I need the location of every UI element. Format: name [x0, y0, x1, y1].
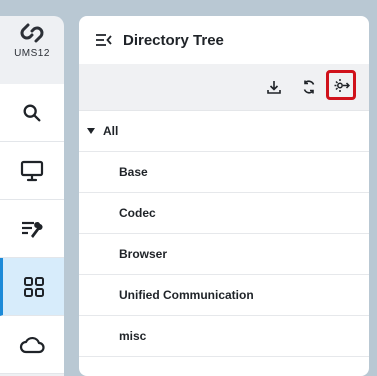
download-icon	[267, 81, 281, 94]
tree-node-unified-communication[interactable]: Unified Communication	[79, 275, 369, 316]
tree-node-browser[interactable]: Browser	[79, 234, 369, 275]
tree-node-base[interactable]: Base	[79, 152, 369, 193]
caret-down-icon[interactable]	[87, 128, 95, 134]
logo-icon	[20, 23, 44, 43]
collapse-menu-icon[interactable]	[95, 31, 113, 49]
tree-node-misc[interactable]: misc	[79, 316, 369, 357]
apps-grid-icon	[23, 276, 44, 297]
nav-rail: UMS12	[0, 16, 64, 376]
nav-item-devices[interactable]	[0, 142, 64, 200]
configuration-icon	[22, 221, 43, 238]
search-icon	[23, 104, 41, 121]
tree-node-label: Unified Communication	[119, 288, 254, 302]
tree-node-codec[interactable]: Codec	[79, 193, 369, 234]
panel-toolbar	[79, 64, 369, 111]
monitor-icon	[20, 160, 44, 181]
panel-header: Directory Tree	[79, 16, 369, 64]
tree-node-label: Browser	[119, 247, 168, 261]
settings-export-icon	[334, 78, 350, 92]
nav-item-apps[interactable]	[0, 258, 64, 316]
tree-node-label: misc	[119, 329, 147, 343]
nav-item-cloud[interactable]	[0, 316, 64, 374]
tree-node-label: All	[103, 124, 119, 138]
tree-node-all[interactable]: All	[79, 111, 369, 152]
download-button[interactable]	[262, 75, 286, 99]
sync-icon	[303, 80, 315, 94]
tree-node-label: Base	[119, 165, 148, 179]
app-logo: UMS12	[0, 20, 64, 68]
nav-item-configuration[interactable]	[0, 200, 64, 258]
logo-text: UMS12	[14, 48, 50, 59]
tree-node-label: Codec	[119, 206, 156, 220]
nav-item-search[interactable]	[0, 84, 64, 142]
directory-tree-panel: Directory Tree All Base Codec Browser Un…	[79, 16, 369, 376]
panel-title: Directory Tree	[123, 31, 224, 49]
sync-button[interactable]	[297, 75, 321, 99]
cloud-icon	[19, 336, 45, 353]
settings-export-button[interactable]	[326, 70, 356, 100]
